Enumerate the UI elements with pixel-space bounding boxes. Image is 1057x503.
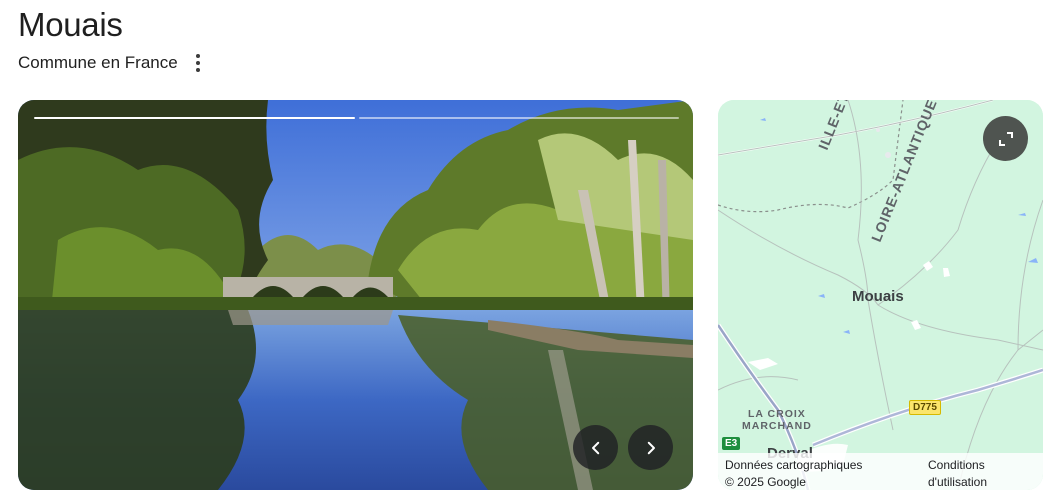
map-data-credit-line2: © 2025 Google: [725, 475, 806, 489]
road-badge-d775: D775: [909, 400, 941, 415]
map-data-credit: Données cartographiques © 2025 Google: [725, 457, 862, 490]
chevron-right-icon: [647, 441, 655, 454]
more-vert-icon-dot: [195, 68, 200, 72]
map-attribution: Données cartographiques © 2025 Google Co…: [718, 453, 1043, 490]
chevron-left-icon: [591, 441, 599, 454]
subtitle-row: Commune en France: [18, 52, 206, 74]
map-terms-line2[interactable]: d'utilisation: [928, 474, 987, 490]
gallery-progress: [34, 117, 679, 119]
more-options-button[interactable]: [190, 52, 206, 74]
previous-photo-button[interactable]: [573, 425, 618, 470]
more-vert-icon: [195, 54, 200, 58]
expand-map-button[interactable]: [983, 116, 1028, 161]
photo-gallery[interactable]: [18, 100, 693, 490]
map-label-marchand: MARCHAND: [742, 420, 812, 432]
more-vert-icon-dot: [195, 61, 200, 65]
map-terms-link[interactable]: Conditions d'utilisation: [928, 457, 987, 490]
page-title: Mouais: [18, 6, 123, 43]
gallery-progress-segment: [358, 117, 679, 119]
entity-subtitle: Commune en France: [18, 53, 178, 72]
map-panel[interactable]: ILLE-ET-VILAINE LOIRE-ATLANTIQUE Mouais …: [718, 100, 1043, 490]
road-badge-e3: E3: [722, 437, 741, 450]
map-label-la-croix-marchand: LA CROIX MARCHAND: [742, 408, 812, 432]
next-photo-button[interactable]: [628, 425, 673, 470]
map-terms-line1[interactable]: Conditions: [928, 457, 987, 474]
map-data-credit-line1: Données cartographiques: [725, 458, 863, 472]
expand-icon: [998, 131, 1013, 146]
map-label-la-croix: LA CROIX: [748, 408, 806, 420]
gallery-progress-segment: [34, 117, 355, 119]
map-label-mouais[interactable]: Mouais: [852, 288, 904, 305]
